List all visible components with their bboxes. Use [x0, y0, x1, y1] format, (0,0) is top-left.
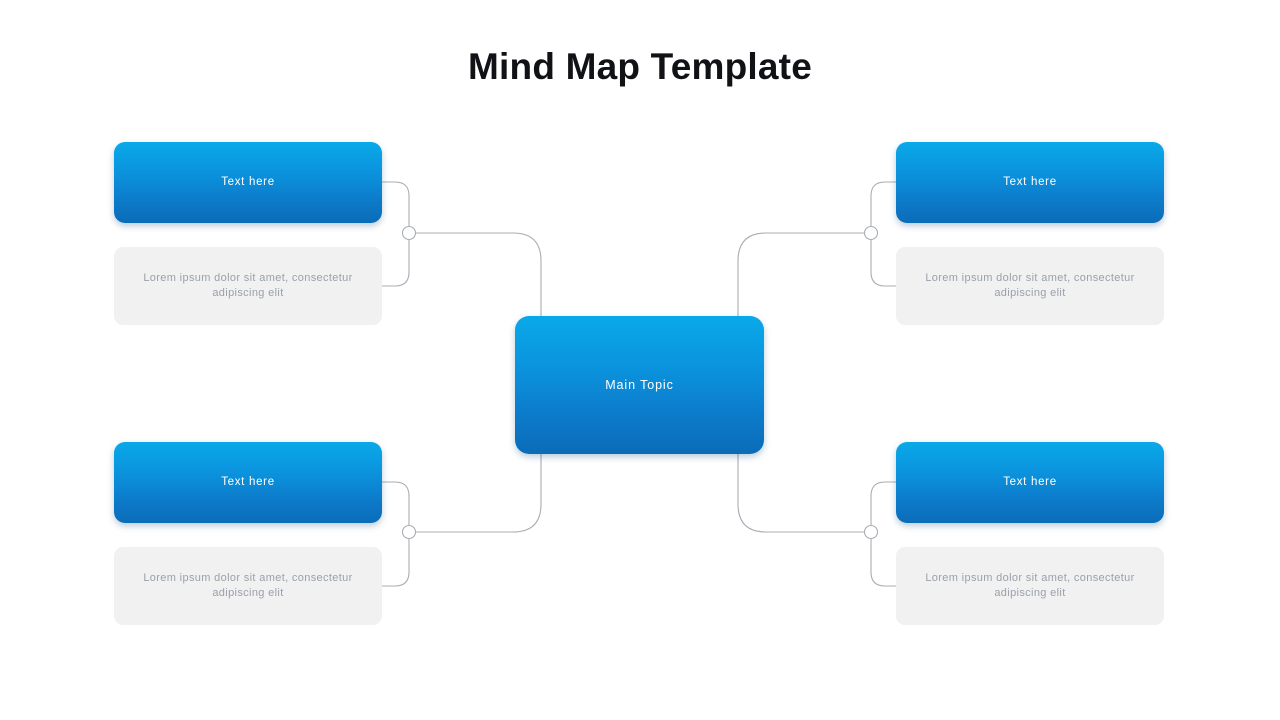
branch-bottom-right-topic-label: Text here — [1003, 476, 1057, 489]
branch-bottom-left-description-box[interactable]: Lorem ipsum dolor sit amet, consectetur … — [114, 547, 382, 625]
branch-bottom-right-description-box[interactable]: Lorem ipsum dolor sit amet, consectetur … — [896, 547, 1164, 625]
branch-top-right-description-box[interactable]: Lorem ipsum dolor sit amet, consectetur … — [896, 247, 1164, 325]
connector-node-top-right — [863, 225, 879, 241]
connector-node-bottom-left — [401, 524, 417, 540]
connector-node-bottom-right — [863, 524, 879, 540]
connector-top-right-trunk — [737, 232, 864, 316]
connector-bottom-right-trunk — [737, 454, 864, 533]
connector-bottom-right-topic — [870, 481, 896, 525]
main-topic-label: Main Topic — [605, 377, 674, 392]
connector-bottom-left-desc — [382, 539, 410, 587]
branch-top-left-description-box[interactable]: Lorem ipsum dolor sit amet, consectetur … — [114, 247, 382, 325]
main-topic-box[interactable]: Main Topic — [515, 316, 764, 454]
connector-bottom-left-trunk — [416, 454, 542, 533]
branch-top-right-topic-box[interactable]: Text here — [896, 142, 1164, 223]
branch-bottom-left-topic-label: Text here — [221, 476, 275, 489]
branch-bottom-left-description-label: Lorem ipsum dolor sit amet, consectetur … — [143, 571, 353, 599]
connector-top-left-topic — [382, 181, 410, 226]
branch-bottom-right-topic-box[interactable]: Text here — [896, 442, 1164, 523]
branch-top-left-description-label: Lorem ipsum dolor sit amet, consectetur … — [143, 271, 353, 299]
connector-bottom-left-topic — [382, 481, 410, 525]
connector-top-left-desc — [382, 240, 410, 287]
connector-top-right-desc — [870, 240, 896, 287]
branch-top-right-topic-label: Text here — [1003, 176, 1057, 189]
connector-top-left-trunk — [416, 232, 542, 316]
branch-top-left-topic-box[interactable]: Text here — [114, 142, 382, 223]
mind-map-canvas: Mind Map Template Main Topic Text here L… — [0, 0, 1280, 720]
branch-top-left-topic-label: Text here — [221, 176, 275, 189]
connector-bottom-right-desc — [870, 539, 896, 587]
page-title: Mind Map Template — [468, 46, 812, 87]
branch-bottom-right-description-label: Lorem ipsum dolor sit amet, consectetur … — [925, 571, 1135, 599]
branch-top-right-description-label: Lorem ipsum dolor sit amet, consectetur … — [925, 271, 1135, 299]
connector-top-right-topic — [870, 181, 896, 226]
connector-node-top-left — [401, 225, 417, 241]
branch-bottom-left-topic-box[interactable]: Text here — [114, 442, 382, 523]
